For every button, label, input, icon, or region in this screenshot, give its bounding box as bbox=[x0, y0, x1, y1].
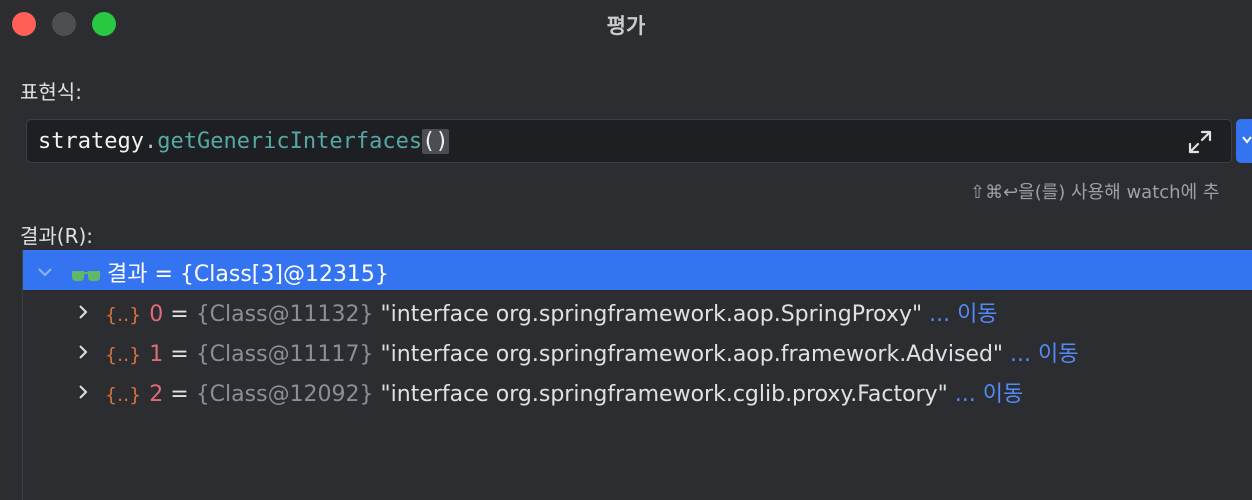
item-value: "interface org.springframework.aop.frame… bbox=[380, 342, 1004, 367]
object-brace-icon: {..} bbox=[105, 304, 142, 326]
navigate-link[interactable]: ... 이동 bbox=[1010, 342, 1078, 367]
chevron-down-icon bbox=[1242, 136, 1252, 144]
tree-item-row[interactable]: {..} 2 = {Class@12092} "interface org.spr… bbox=[23, 370, 1252, 410]
navigate-link[interactable]: ... 이동 bbox=[955, 382, 1023, 407]
expression-dot: . bbox=[143, 129, 158, 154]
tree-item-content: {..} 1 = {Class@11117} "interface org.spr… bbox=[105, 336, 1078, 368]
result-label: 결과(R): bbox=[20, 224, 94, 248]
tree-item-content: {..} 0 = {Class@11132} "interface org.spr… bbox=[105, 296, 998, 328]
expression-parens: () bbox=[422, 129, 449, 154]
history-dropdown-button[interactable] bbox=[1236, 119, 1252, 163]
item-value: "interface org.springframework.aop.Sprin… bbox=[380, 302, 923, 327]
root-name: 결과 bbox=[107, 262, 148, 287]
root-equals: = bbox=[147, 262, 180, 287]
tree-root-row[interactable]: 결과 = {Class[3]@12315} bbox=[23, 250, 1252, 290]
item-index: 1 bbox=[149, 342, 164, 367]
item-ref: {Class@12092} bbox=[195, 382, 374, 407]
item-equals: = bbox=[163, 382, 196, 407]
title-bar: 평가 bbox=[0, 0, 1252, 46]
object-brace-icon: {..} bbox=[105, 384, 142, 406]
chevron-right-icon[interactable] bbox=[75, 381, 91, 406]
window-title: 평가 bbox=[606, 14, 646, 38]
chevron-down-icon[interactable] bbox=[37, 261, 53, 286]
item-equals: = bbox=[163, 302, 196, 327]
item-index: 2 bbox=[149, 382, 164, 407]
item-ref: {Class@11132} bbox=[195, 302, 374, 327]
root-value: {Class[3]@12315} bbox=[179, 262, 389, 287]
glasses-icon bbox=[71, 263, 101, 288]
navigate-link[interactable]: ... 이동 bbox=[929, 302, 997, 327]
tree-root-content: 결과 = {Class[3]@12315} bbox=[71, 256, 389, 288]
chevron-right-icon[interactable] bbox=[75, 301, 91, 326]
chevron-right-icon[interactable] bbox=[75, 341, 91, 366]
item-ref: {Class@11117} bbox=[195, 342, 374, 367]
tree-item-row[interactable]: {..} 1 = {Class@11117} "interface org.spr… bbox=[23, 330, 1252, 370]
expand-icon[interactable] bbox=[1187, 129, 1213, 155]
item-value: "interface org.springframework.cglib.pro… bbox=[380, 382, 948, 407]
tree-item-row[interactable]: {..} 0 = {Class@11132} "interface org.spr… bbox=[23, 290, 1252, 330]
expression-object: strategy bbox=[38, 129, 144, 154]
result-tree[interactable]: 결과 = {Class[3]@12315} {..} 0 = {Class@111… bbox=[22, 250, 1252, 500]
object-brace-icon: {..} bbox=[105, 344, 142, 366]
expression-label: 표현식: bbox=[20, 80, 82, 104]
expression-text[interactable]: strategy.getGenericInterfaces() bbox=[38, 129, 449, 154]
watch-shortcut-hint: ⇧⌘↩을(를) 사용해 watch에 추 bbox=[970, 182, 1220, 203]
tree-item-content: {..} 2 = {Class@12092} "interface org.spr… bbox=[105, 376, 1023, 408]
expression-method: getGenericInterfaces bbox=[157, 129, 423, 154]
expression-input[interactable]: strategy.getGenericInterfaces() bbox=[26, 119, 1232, 163]
item-equals: = bbox=[163, 342, 196, 367]
item-index: 0 bbox=[149, 302, 164, 327]
